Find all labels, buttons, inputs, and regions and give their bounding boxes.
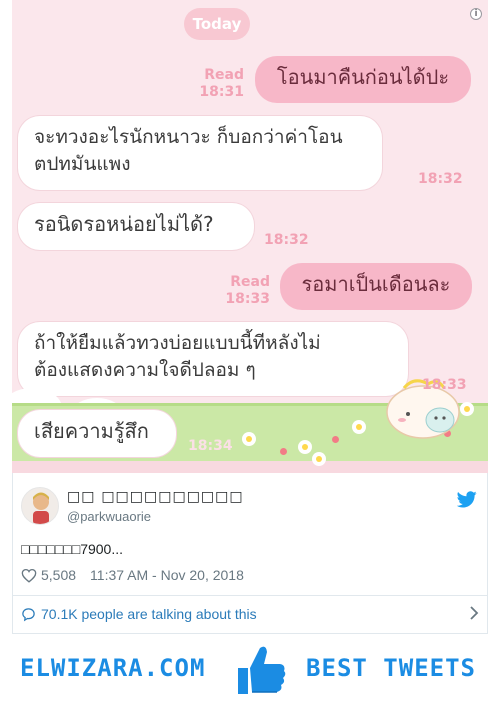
author-name[interactable]: □□ □□□□□□□□□□ — [67, 489, 244, 505]
flower-decoration — [312, 452, 326, 466]
message-bubble-outgoing: รอมาเป็นเดือนละ — [280, 263, 472, 310]
tweet-card[interactable]: □□ □□□□□□□□□□ @parkwuaorie □□□□□□□7900..… — [12, 473, 488, 633]
speech-bubble-icon — [22, 607, 35, 621]
info-icon[interactable]: i — [470, 8, 482, 20]
message-time: 18:32 — [264, 232, 309, 248]
message-time: 18:32 — [418, 171, 463, 187]
author-handle[interactable]: @parkwuaorie — [67, 509, 151, 524]
ground-strip — [12, 461, 488, 473]
read-receipt: Read 18:33 — [225, 274, 270, 307]
message-bubble-incoming: ถ้าให้ยืมแล้วทวงบ่อยแบบนี้ทีหลังไม่ ต้อง… — [18, 322, 408, 396]
conversation-link[interactable]: 70.1K people are talking about this — [21, 603, 483, 625]
conversation-label: 70.1K people are talking about this — [41, 606, 257, 622]
flower-decoration — [298, 440, 312, 454]
like-count[interactable]: 5,508 — [41, 567, 76, 583]
flower-decoration — [352, 420, 366, 434]
divider — [13, 595, 487, 596]
flower-decoration — [242, 432, 256, 446]
heart-icon[interactable] — [21, 568, 37, 583]
date-chip: Today — [184, 8, 250, 40]
brand-banner: ELWIZARA.COM BEST TWEETS — [12, 640, 488, 700]
thumbs-up-icon — [238, 646, 286, 694]
tweet-timestamp[interactable]: 11:37 AM - Nov 20, 2018 — [90, 567, 244, 583]
chevron-right-icon — [470, 606, 479, 620]
message-time: 18:33 — [422, 377, 467, 393]
berry-decoration — [280, 448, 287, 455]
tweet-text: □□□□□□□7900... — [21, 541, 124, 557]
brand-tagline: BEST TWEETS — [306, 654, 476, 682]
message-bubble-incoming: เสียความรู้สึก — [18, 410, 176, 457]
message-bubble-incoming: รอนิดรอหน่อยไม่ได้? — [18, 203, 254, 250]
chat-screenshot: i Today Read 18:31 โอนมาคืนก่อนได้ปะ จะท… — [12, 0, 488, 473]
tweet-meta: 5,508 11:37 AM - Nov 20, 2018 — [21, 567, 244, 583]
berry-decoration — [332, 436, 339, 443]
message-bubble-incoming: จะทวงอะไรนักหนาวะ ก็บอกว่าค่าโอน ตปทมันแ… — [18, 116, 382, 190]
twitter-bird-icon[interactable] — [457, 491, 477, 508]
message-time: 18:34 — [188, 438, 233, 454]
read-receipt: Read 18:31 — [199, 67, 244, 100]
message-bubble-outgoing: โอนมาคืนก่อนได้ปะ — [255, 56, 471, 103]
brand-site-name[interactable]: ELWIZARA.COM — [20, 654, 205, 682]
divider — [12, 633, 488, 634]
avatar[interactable] — [21, 487, 59, 525]
